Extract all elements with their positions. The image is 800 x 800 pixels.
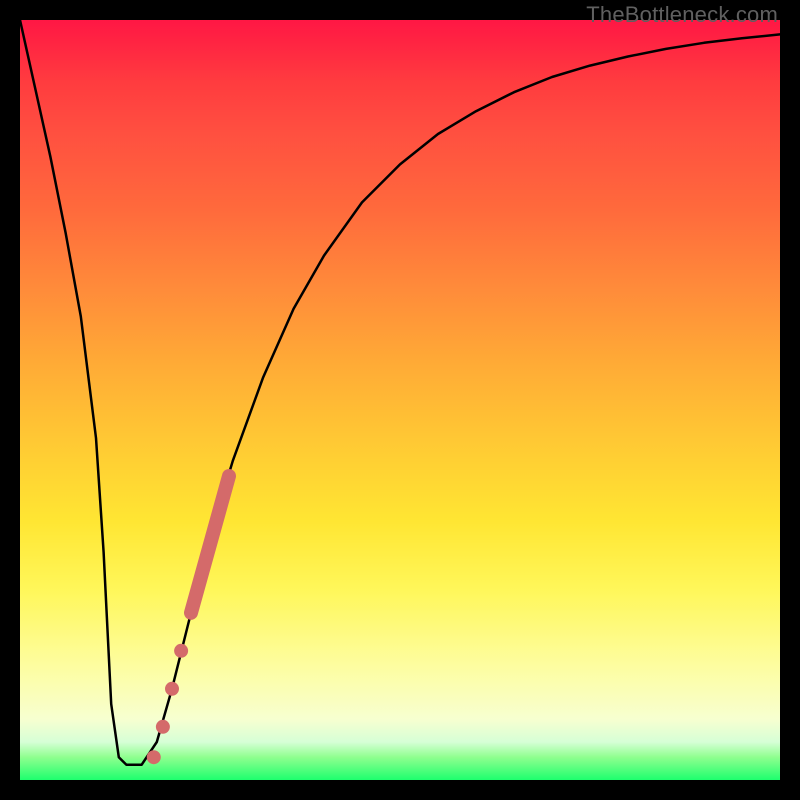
segment-pink bbox=[191, 476, 229, 613]
chart-frame: TheBottleneck.com bbox=[0, 0, 800, 800]
dot-3 bbox=[156, 720, 170, 734]
dot-2 bbox=[165, 682, 179, 696]
watermark-text: TheBottleneck.com bbox=[586, 2, 778, 28]
dot-1 bbox=[174, 644, 188, 658]
bottleneck-curve bbox=[20, 20, 780, 765]
chart-svg bbox=[20, 20, 780, 780]
markers-layer bbox=[147, 476, 229, 764]
plot-area bbox=[20, 20, 780, 780]
dot-4 bbox=[147, 750, 161, 764]
